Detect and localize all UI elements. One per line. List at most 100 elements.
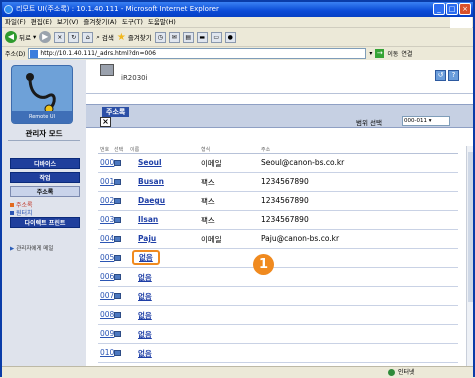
page-title-bar: 주소록 × 범위 선택 000-011 ▾ — [86, 104, 473, 128]
menu-favorites[interactable]: 즐겨찾기(A) — [83, 17, 116, 27]
row-select-icon[interactable] — [114, 198, 121, 204]
close-icon[interactable]: × — [100, 117, 111, 127]
row-number-link[interactable]: 007 — [100, 291, 114, 300]
table-row: 002 Daegu 팩스 1234567890 — [98, 192, 458, 211]
toolbar: ◀ 뒤로 ▾ ▶ × ↻ ⌂ ⌕ 검색 ★ 즐겨찾기 ◷ ✉ ▤ ▬ ▭ ● — [2, 28, 473, 47]
row-name-link[interactable]: Ilsan — [138, 215, 158, 224]
row-select-icon[interactable] — [114, 293, 121, 299]
row-number-link[interactable]: 000 — [100, 158, 114, 167]
forward-button[interactable]: ▶ — [39, 31, 52, 43]
table-row: 006 없음 — [98, 268, 458, 287]
table-row: 008 없음 — [98, 306, 458, 325]
row-type: 팩스 — [201, 178, 215, 187]
table-row: 004 Paju 이메일 Paju@canon-bs.co.kr — [98, 230, 458, 249]
windows-logo-icon — [450, 17, 472, 28]
row-number-link[interactable]: 010 — [100, 348, 114, 357]
page-icon — [30, 50, 39, 58]
col-select: 선택 — [114, 147, 124, 153]
links-button[interactable]: 연결 — [401, 49, 412, 58]
callout-marker: 1 — [253, 254, 274, 275]
row-name-link[interactable]: Seoul — [138, 158, 162, 167]
row-number-link[interactable]: 001 — [100, 177, 114, 186]
triangle-icon: ▶ — [10, 246, 15, 252]
search-icon: ⌕ — [96, 32, 100, 41]
sidebar-item-job[interactable]: 작업 — [10, 172, 80, 183]
row-type: 팩스 — [201, 197, 215, 206]
table-row: 005 없음 — [98, 249, 458, 268]
menu-tools[interactable]: 도구(T) — [122, 17, 143, 27]
help-icon[interactable]: ? — [448, 70, 459, 81]
sidebar-item-direct-print[interactable]: 다이렉트 프린트 — [10, 217, 80, 228]
row-number-link[interactable]: 006 — [100, 272, 114, 281]
home-icon[interactable]: ⌂ — [82, 31, 94, 43]
admin-mail-link[interactable]: ▶ 관리자에게 메일 — [10, 244, 53, 252]
row-name-link-highlighted[interactable]: 없음 — [132, 250, 160, 265]
row-number-link[interactable]: 008 — [100, 310, 114, 319]
row-name-link[interactable]: 없음 — [138, 272, 152, 283]
scrollbar-thumb[interactable] — [468, 152, 473, 302]
address-input[interactable]: http://10.1.40.111/_adrs.html?dn=006 — [28, 48, 367, 59]
row-select-icon[interactable] — [114, 217, 121, 223]
page-title: 주소록 — [102, 107, 130, 117]
go-arrow-icon[interactable]: → — [375, 49, 385, 58]
menu-view[interactable]: 보기(V) — [57, 17, 78, 27]
globe-icon — [388, 369, 395, 376]
address-dropdown-icon[interactable]: ▾ — [369, 50, 372, 57]
row-name-link[interactable]: 없음 — [138, 348, 152, 359]
back-button[interactable]: ◀ 뒤로 ▾ — [5, 31, 36, 43]
refresh-icon[interactable]: ↻ — [68, 31, 80, 43]
row-select-icon[interactable] — [114, 350, 121, 356]
maximize-button[interactable]: □ — [446, 3, 458, 15]
row-number-link[interactable]: 004 — [100, 234, 114, 243]
table-header: 번호 선택 이름 형식 주소 — [98, 144, 458, 154]
row-name-link[interactable]: Busan — [138, 177, 164, 186]
row-type: 팩스 — [201, 216, 215, 225]
row-number-link[interactable]: 003 — [100, 215, 114, 224]
menu-help[interactable]: 도움말(H) — [148, 17, 176, 27]
browser-window: 리모트 UI(주소록) : 10.1.40.111 - Microsoft In… — [0, 0, 475, 377]
row-name-link[interactable]: 없음 — [138, 329, 152, 340]
row-name-link[interactable]: 없음 — [138, 291, 152, 302]
search-button[interactable]: ⌕ 검색 — [96, 32, 114, 43]
row-number-link[interactable]: 005 — [100, 253, 114, 262]
vertical-scrollbar[interactable] — [466, 146, 473, 366]
row-name-link[interactable]: Daegu — [138, 196, 165, 205]
refresh-page-icon[interactable]: ↺ — [435, 70, 446, 81]
sidebar-item-device[interactable]: 디바이스 — [10, 158, 80, 169]
row-number-link[interactable]: 009 — [100, 329, 114, 338]
table-row: 003 Ilsan 팩스 1234567890 — [98, 211, 458, 230]
printer-icon — [100, 64, 114, 76]
row-address: 1234567890 — [261, 177, 309, 186]
col-number: 번호 — [100, 147, 110, 153]
sidebar-item-address-book[interactable]: 주소록 — [10, 186, 80, 197]
history-icon[interactable]: ◷ — [154, 31, 166, 43]
minimize-button[interactable]: _ — [433, 3, 445, 15]
row-number-link[interactable]: 002 — [100, 196, 114, 205]
row-select-icon[interactable] — [114, 274, 121, 280]
mail-icon[interactable]: ✉ — [168, 31, 180, 43]
row-name-link[interactable]: 없음 — [138, 310, 152, 321]
menu-edit[interactable]: 편집(E) — [31, 17, 52, 27]
address-table: 번호 선택 이름 형식 주소 000 Seoul 이메일 Seoul@canon… — [98, 144, 458, 366]
row-select-icon[interactable] — [114, 179, 121, 185]
edit-icon[interactable]: ▬ — [196, 31, 208, 43]
range-select[interactable]: 000-011 ▾ — [402, 116, 450, 126]
row-select-icon[interactable] — [114, 312, 121, 318]
table-row: 001 Busan 팩스 1234567890 — [98, 173, 458, 192]
page-content: Remote UI 관리자 모드 디바이스 작업 주소록 주소록 원터치 다이렉… — [2, 60, 473, 366]
row-name-link[interactable]: Paju — [138, 234, 156, 243]
row-select-icon[interactable] — [114, 236, 121, 242]
row-select-icon[interactable] — [114, 331, 121, 337]
sidebar-sub-onetouch[interactable]: 원터치 — [10, 208, 33, 217]
row-select-icon[interactable] — [114, 160, 121, 166]
menu-file[interactable]: 파일(F) — [5, 17, 26, 27]
favorites-button[interactable]: ★ 즐겨찾기 — [117, 32, 152, 43]
messenger-icon[interactable]: ● — [224, 31, 236, 43]
table-row: 010 없음 — [98, 344, 458, 363]
row-select-icon[interactable] — [114, 255, 121, 261]
folder-icon[interactable]: ▭ — [210, 31, 222, 43]
go-button[interactable]: 이동 — [387, 49, 398, 58]
close-button[interactable]: × — [459, 3, 471, 15]
print-icon[interactable]: ▤ — [182, 31, 194, 43]
stop-icon[interactable]: × — [54, 31, 66, 43]
